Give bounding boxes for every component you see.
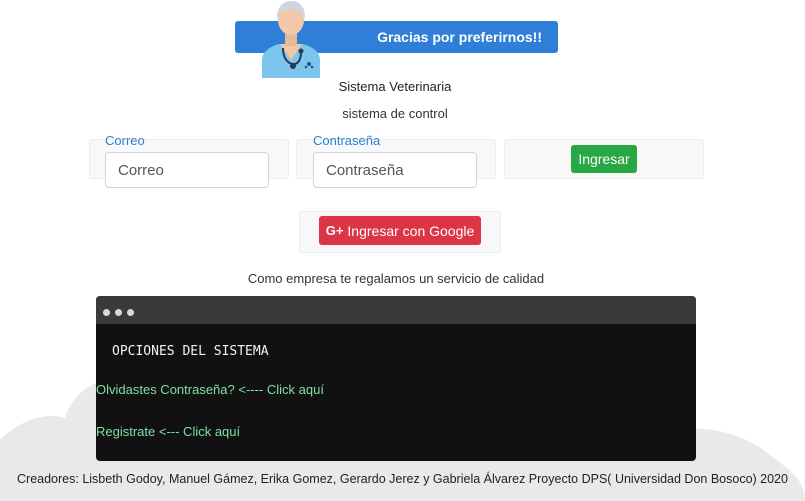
window-dot-icon	[103, 309, 110, 316]
window-dot-icon	[127, 309, 134, 316]
email-input[interactable]	[105, 152, 269, 188]
banner-text: Gracias por preferirnos!!	[377, 29, 542, 45]
login-button[interactable]: Ingresar	[571, 145, 637, 173]
app-subtitle: sistema de control	[342, 106, 448, 121]
password-input[interactable]	[313, 152, 477, 188]
footer-credits: Creadores: Lisbeth Godoy, Manuel Gámez, …	[17, 472, 788, 486]
terminal-window: OPCIONES DEL SISTEMA Olvidastes Contrase…	[96, 296, 696, 461]
window-dot-icon	[115, 309, 122, 316]
veterinarian-avatar-icon	[262, 1, 320, 78]
forgot-password-link[interactable]: Olvidastes Contraseña? <---- Click aquí	[96, 382, 324, 397]
email-label: Correo	[105, 133, 145, 148]
password-label: Contraseña	[313, 133, 381, 148]
app-title: Sistema Veterinaria	[338, 79, 452, 94]
google-login-button[interactable]: G+ Ingresar con Google	[319, 216, 481, 245]
terminal-heading: OPCIONES DEL SISTEMA	[112, 344, 269, 359]
register-link[interactable]: Registrate <--- Click aquí	[96, 424, 240, 439]
terminal-title-bar	[96, 296, 696, 324]
google-plus-icon: G+	[325, 223, 344, 238]
tagline: Como empresa te regalamos un servicio de…	[247, 271, 545, 286]
google-login-label: Ingresar con Google	[347, 222, 475, 239]
